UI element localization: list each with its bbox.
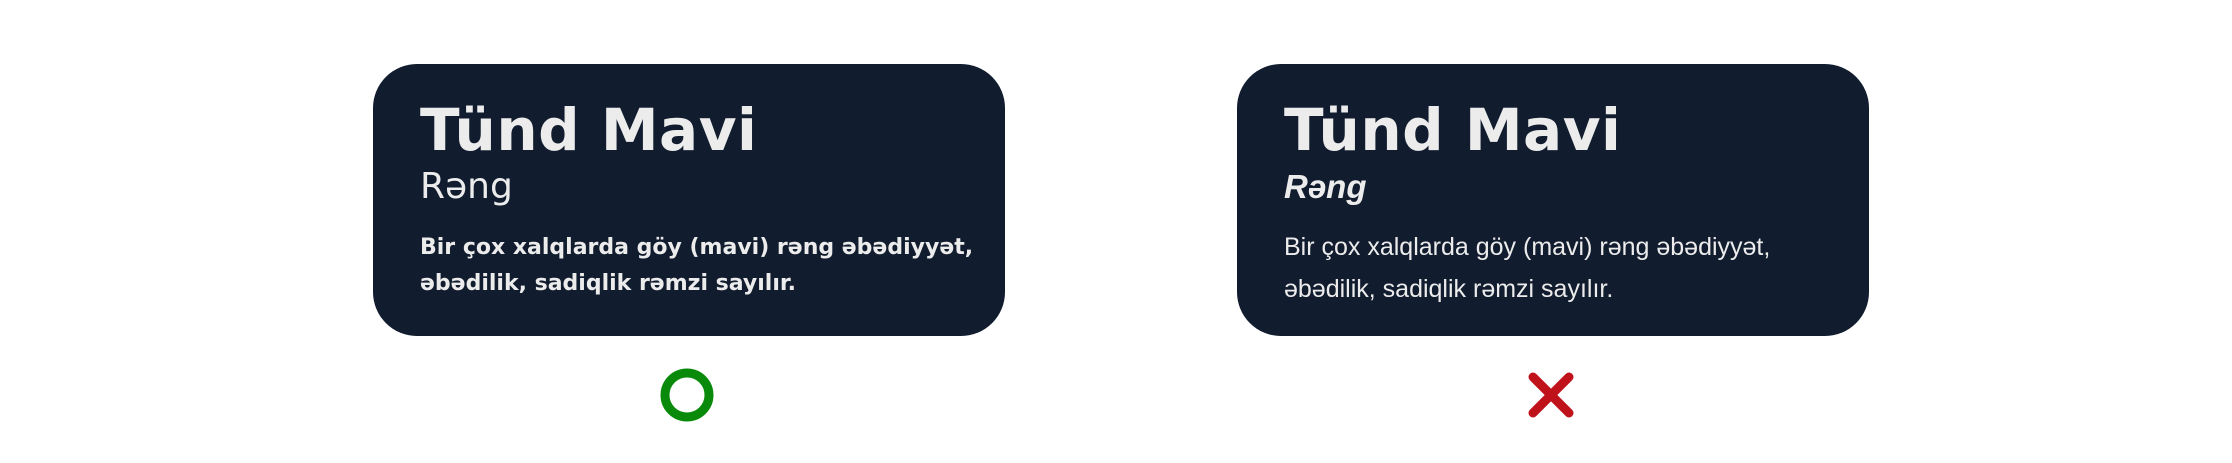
card-body: Bir çox xalqlarda göy (mavi) rəng əbədiy… [420,230,980,302]
card-body: Bir çox xalqlarda göy (mavi) rəng əbədiy… [1284,226,1844,310]
example-card-correct: Tünd Mavi Rəng Bir çox xalqlarda göy (ma… [373,64,1005,336]
cross-icon [1528,372,1574,418]
card-title: Tünd Mavi [1284,96,1622,164]
card-body-line: əbədilik, sadiqlik rəmzi sayılır. [420,271,796,296]
card-body-line: Bir çox xalqlarda göy (mavi) rəng əbədiy… [420,235,974,260]
card-body-line: əbədilik, sadiqlik rəmzi sayılır. [1284,275,1614,303]
example-card-incorrect: Tünd Mavi Rəng Bir çox xalqlarda göy (ma… [1237,64,1869,336]
card-title: Tünd Mavi [420,96,758,164]
card-body-line: Bir çox xalqlarda göy (mavi) rəng əbədiy… [1284,233,1771,261]
card-subtitle: Rəng [420,166,513,207]
circle-icon [660,368,714,422]
card-subtitle: Rəng [1284,168,1367,205]
